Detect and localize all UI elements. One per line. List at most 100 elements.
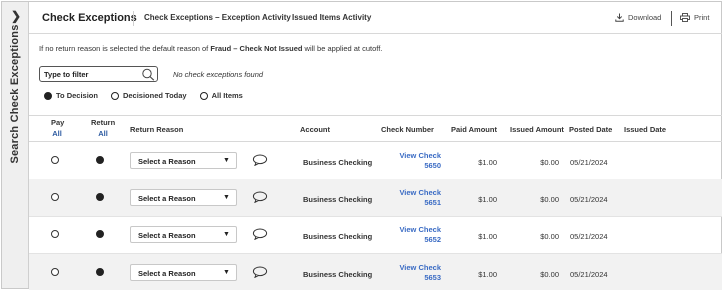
col-issued-amount[interactable]: Issued Amount: [510, 125, 564, 134]
comment-icon[interactable]: [252, 228, 268, 240]
posted-date: 05/21/2024: [570, 232, 608, 241]
select-value: Select a Reason: [138, 157, 196, 166]
check-number: 5652: [424, 235, 441, 244]
table-row: Select a Reason ▼ Business Checking View Ch…: [29, 142, 722, 180]
radio-label: All Items: [211, 91, 243, 100]
paid-amount: $1.00: [478, 158, 497, 167]
return-all-link[interactable]: All: [91, 129, 115, 138]
account-name: Business Checking: [303, 195, 373, 204]
search-icon[interactable]: [141, 68, 155, 81]
view-check-label: View Check: [399, 151, 441, 160]
posted-date: 05/21/2024: [570, 270, 608, 279]
return-reason-select[interactable]: Select a Reason ▼: [130, 226, 237, 243]
print-button[interactable]: Print: [680, 13, 709, 22]
paid-amount: $1.00: [478, 195, 497, 204]
radio-decisioned-today[interactable]: Decisioned Today: [110, 91, 187, 100]
account-name: Business Checking: [303, 232, 373, 241]
comment-icon[interactable]: [252, 154, 268, 166]
account-name: Business Checking: [303, 270, 373, 279]
paid-amount: $1.00: [478, 232, 497, 241]
notice-prefix: If no return reason is selected the defa…: [39, 44, 211, 53]
download-button[interactable]: Download: [615, 13, 661, 22]
sidebar-label[interactable]: Search Check Exceptions: [9, 24, 21, 163]
table-row: Select a Reason ▼ Business Checking View Ch…: [29, 179, 722, 217]
col-issued-date[interactable]: Issued Date: [624, 125, 666, 134]
view-check-link[interactable]: View Check 5652: [393, 225, 441, 245]
paid-amount: $1.00: [478, 270, 497, 279]
radio-dot-selected[interactable]: [44, 91, 52, 100]
table-row: Select a Reason ▼ Business Checking View Ch…: [29, 254, 722, 290]
caret-down-icon: ▼: [223, 231, 230, 238]
col-pay-label: Pay: [51, 118, 65, 127]
radio-dot[interactable]: [110, 91, 119, 100]
pay-radio[interactable]: [51, 230, 59, 238]
app-frame: ❯ Search Check Exceptions Check Exceptio…: [1, 1, 722, 290]
caret-down-icon: ▼: [223, 194, 230, 201]
pay-radio[interactable]: [51, 268, 59, 276]
comment-icon[interactable]: [252, 266, 268, 278]
search-sidebar[interactable]: ❯ Search Check Exceptions: [2, 2, 29, 288]
header-divider-2: [671, 11, 672, 26]
radio-label: To Decision: [56, 91, 98, 100]
account-name: Business Checking: [303, 158, 373, 167]
radio-label: Decisioned Today: [122, 91, 187, 100]
return-radio[interactable]: [96, 230, 104, 238]
cutoff-notice: If no return reason is selected the defa…: [39, 44, 382, 53]
return-reason-select[interactable]: Select a Reason ▼: [130, 152, 237, 169]
check-number: 5651: [424, 198, 441, 207]
col-pay: Pay All: [51, 118, 65, 138]
select-value: Select a Reason: [138, 194, 196, 203]
select-value: Select a Reason: [138, 231, 196, 240]
caret-down-icon: ▼: [223, 157, 230, 164]
header-divider: [133, 11, 134, 26]
return-radio[interactable]: [96, 268, 104, 276]
radio-all-items[interactable]: All Items: [199, 91, 243, 100]
pay-all-link[interactable]: All: [51, 129, 63, 138]
col-paid-amount[interactable]: Paid Amount: [451, 125, 497, 134]
col-return-label: Return: [91, 118, 116, 127]
return-radio[interactable]: [96, 193, 104, 201]
radio-to-decision[interactable]: To Decision: [44, 91, 98, 100]
check-number: 5650: [424, 161, 441, 170]
view-check-link[interactable]: View Check 5653: [393, 263, 441, 283]
issued-amount: $0.00: [540, 232, 559, 241]
col-return: Return All: [91, 118, 115, 138]
return-radio[interactable]: [96, 156, 104, 164]
view-check-label: View Check: [399, 263, 441, 272]
notice-default-reason: Fraud – Check Not Issued: [210, 44, 303, 53]
caret-down-icon: ▼: [223, 269, 230, 276]
view-check-link[interactable]: View Check 5650: [393, 151, 441, 171]
empty-results-message: No check exceptions found: [173, 70, 264, 79]
tab-exception-activity[interactable]: Check Exceptions – Exception Activity: [144, 13, 291, 22]
page-title: Check Exceptions: [42, 12, 137, 24]
return-reason-select[interactable]: Select a Reason ▼: [130, 189, 237, 206]
posted-date: 05/21/2024: [570, 195, 608, 204]
issued-amount: $0.00: [540, 158, 559, 167]
comment-icon[interactable]: [252, 191, 268, 203]
col-check-number[interactable]: Check Number: [381, 125, 434, 134]
check-number: 5653: [424, 273, 441, 282]
return-reason-select[interactable]: Select a Reason ▼: [130, 264, 237, 281]
download-icon: [615, 13, 624, 22]
issued-amount: $0.00: [540, 270, 559, 279]
chevron-right-icon[interactable]: ❯: [10, 9, 22, 23]
download-label: Download: [628, 13, 662, 22]
page-header: Check Exceptions Check Exceptions – Exce…: [29, 2, 722, 34]
tab-issued-items-activity[interactable]: Issued Items Activity: [292, 13, 371, 22]
pay-radio[interactable]: [51, 156, 59, 164]
print-label: Print: [694, 13, 710, 22]
view-check-link[interactable]: View Check 5651: [393, 188, 441, 208]
col-posted-date[interactable]: Posted Date: [569, 125, 612, 134]
radio-dot[interactable]: [199, 91, 208, 100]
filter-box[interactable]: [39, 66, 158, 82]
pay-radio[interactable]: [51, 193, 59, 201]
notice-suffix: will be applied at cutoff.: [302, 44, 383, 53]
filter-input[interactable]: [44, 69, 138, 79]
select-value: Select a Reason: [138, 269, 196, 278]
table-row: Select a Reason ▼ Business Checking View Ch…: [29, 216, 722, 254]
col-account[interactable]: Account: [300, 125, 330, 134]
col-return-reason[interactable]: Return Reason: [130, 125, 183, 134]
issued-amount: $0.00: [540, 195, 559, 204]
view-check-label: View Check: [399, 225, 441, 234]
posted-date: 05/21/2024: [570, 158, 608, 167]
